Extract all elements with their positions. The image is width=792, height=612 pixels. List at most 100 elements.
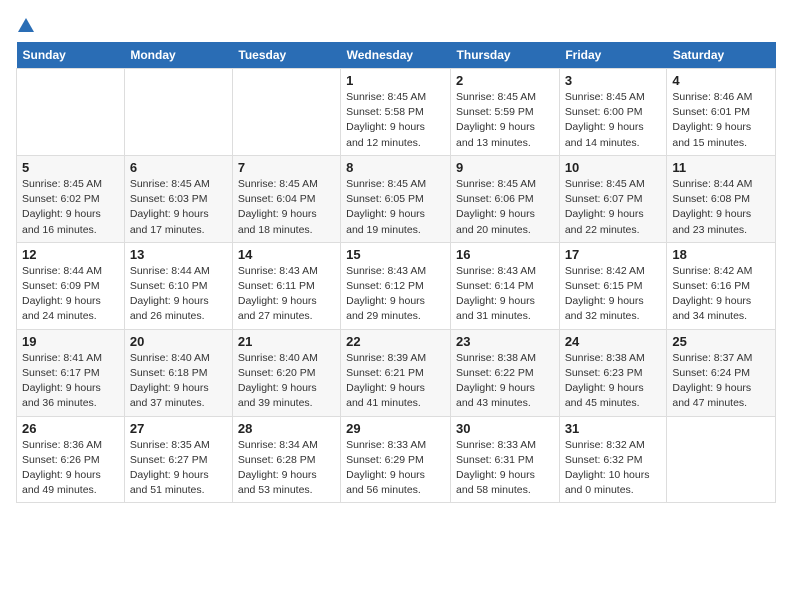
calendar-week-3: 12 Sunrise: 8:44 AMSunset: 6:09 PMDayligh… xyxy=(17,242,776,329)
calendar-cell: 14 Sunrise: 8:43 AMSunset: 6:11 PMDayligh… xyxy=(232,242,340,329)
calendar-cell: 6 Sunrise: 8:45 AMSunset: 6:03 PMDaylight… xyxy=(124,155,232,242)
day-info: Sunrise: 8:38 AMSunset: 6:23 PMDaylight:… xyxy=(565,351,662,412)
weekday-header-tuesday: Tuesday xyxy=(232,42,340,69)
day-number: 19 xyxy=(22,334,119,349)
calendar-cell: 12 Sunrise: 8:44 AMSunset: 6:09 PMDayligh… xyxy=(17,242,125,329)
calendar-cell: 22 Sunrise: 8:39 AMSunset: 6:21 PMDayligh… xyxy=(341,329,451,416)
day-number: 24 xyxy=(565,334,662,349)
calendar-cell xyxy=(124,69,232,156)
day-info: Sunrise: 8:35 AMSunset: 6:27 PMDaylight:… xyxy=(130,438,227,499)
day-number: 29 xyxy=(346,421,445,436)
calendar-cell: 17Sunrise: 8:42 AMSunset: 6:15 PMDayligh… xyxy=(559,242,667,329)
day-info: Sunrise: 8:34 AMSunset: 6:28 PMDaylight:… xyxy=(238,438,335,499)
day-number: 18 xyxy=(672,247,770,262)
day-number: 28 xyxy=(238,421,335,436)
logo xyxy=(16,16,36,30)
day-info: Sunrise: 8:45 AMSunset: 6:04 PMDaylight:… xyxy=(238,177,335,238)
calendar-cell xyxy=(232,69,340,156)
day-info: Sunrise: 8:38 AMSunset: 6:22 PMDaylight:… xyxy=(456,351,554,412)
calendar-cell: 3Sunrise: 8:45 AMSunset: 6:00 PMDaylight… xyxy=(559,69,667,156)
day-number: 8 xyxy=(346,160,445,175)
day-number: 23 xyxy=(456,334,554,349)
calendar-week-1: 1 Sunrise: 8:45 AMSunset: 5:58 PMDaylight… xyxy=(17,69,776,156)
calendar-cell: 27 Sunrise: 8:35 AMSunset: 6:27 PMDayligh… xyxy=(124,416,232,503)
calendar-week-4: 19 Sunrise: 8:41 AMSunset: 6:17 PMDayligh… xyxy=(17,329,776,416)
day-info: Sunrise: 8:33 AMSunset: 6:29 PMDaylight:… xyxy=(346,438,445,499)
day-info: Sunrise: 8:43 AMSunset: 6:14 PMDaylight:… xyxy=(456,264,554,325)
day-number: 30 xyxy=(456,421,554,436)
day-number: 17 xyxy=(565,247,662,262)
weekday-header-thursday: Thursday xyxy=(451,42,560,69)
day-number: 7 xyxy=(238,160,335,175)
day-info: Sunrise: 8:40 AMSunset: 6:18 PMDaylight:… xyxy=(130,351,227,412)
page-header xyxy=(16,16,776,30)
calendar-cell: 25Sunrise: 8:37 AMSunset: 6:24 PMDayligh… xyxy=(667,329,776,416)
day-number: 15 xyxy=(346,247,445,262)
weekday-header-row: SundayMondayTuesdayWednesdayThursdayFrid… xyxy=(17,42,776,69)
calendar-cell xyxy=(17,69,125,156)
day-number: 26 xyxy=(22,421,119,436)
day-number: 6 xyxy=(130,160,227,175)
day-info: Sunrise: 8:39 AMSunset: 6:21 PMDaylight:… xyxy=(346,351,445,412)
calendar-cell xyxy=(667,416,776,503)
day-info: Sunrise: 8:45 AMSunset: 6:02 PMDaylight:… xyxy=(22,177,119,238)
calendar-week-2: 5 Sunrise: 8:45 AMSunset: 6:02 PMDaylight… xyxy=(17,155,776,242)
day-info: Sunrise: 8:45 AMSunset: 6:06 PMDaylight:… xyxy=(456,177,554,238)
calendar-cell: 21 Sunrise: 8:40 AMSunset: 6:20 PMDayligh… xyxy=(232,329,340,416)
day-number: 9 xyxy=(456,160,554,175)
day-number: 14 xyxy=(238,247,335,262)
weekday-header-wednesday: Wednesday xyxy=(341,42,451,69)
day-info: Sunrise: 8:41 AMSunset: 6:17 PMDaylight:… xyxy=(22,351,119,412)
calendar-cell: 4 Sunrise: 8:46 AMSunset: 6:01 PMDaylight… xyxy=(667,69,776,156)
day-number: 5 xyxy=(22,160,119,175)
day-info: Sunrise: 8:44 AMSunset: 6:10 PMDaylight:… xyxy=(130,264,227,325)
day-number: 10 xyxy=(565,160,662,175)
calendar-cell: 19 Sunrise: 8:41 AMSunset: 6:17 PMDayligh… xyxy=(17,329,125,416)
day-number: 22 xyxy=(346,334,445,349)
calendar-cell: 13 Sunrise: 8:44 AMSunset: 6:10 PMDayligh… xyxy=(124,242,232,329)
day-info: Sunrise: 8:33 AMSunset: 6:31 PMDaylight:… xyxy=(456,438,554,499)
day-info: Sunrise: 8:46 AMSunset: 6:01 PMDaylight:… xyxy=(672,90,770,151)
day-info: Sunrise: 8:37 AMSunset: 6:24 PMDaylight:… xyxy=(672,351,770,412)
calendar-cell: 1 Sunrise: 8:45 AMSunset: 5:58 PMDaylight… xyxy=(341,69,451,156)
day-info: Sunrise: 8:45 AMSunset: 5:59 PMDaylight:… xyxy=(456,90,554,151)
day-number: 13 xyxy=(130,247,227,262)
day-info: Sunrise: 8:43 AMSunset: 6:11 PMDaylight:… xyxy=(238,264,335,325)
weekday-header-saturday: Saturday xyxy=(667,42,776,69)
calendar-cell: 26 Sunrise: 8:36 AMSunset: 6:26 PMDayligh… xyxy=(17,416,125,503)
day-info: Sunrise: 8:45 AMSunset: 5:58 PMDaylight:… xyxy=(346,90,445,151)
calendar-cell: 8 Sunrise: 8:45 AMSunset: 6:05 PMDaylight… xyxy=(341,155,451,242)
day-number: 1 xyxy=(346,73,445,88)
calendar-cell: 29 Sunrise: 8:33 AMSunset: 6:29 PMDayligh… xyxy=(341,416,451,503)
weekday-header-friday: Friday xyxy=(559,42,667,69)
day-info: Sunrise: 8:45 AMSunset: 6:00 PMDaylight:… xyxy=(565,90,662,151)
calendar-cell: 9 Sunrise: 8:45 AMSunset: 6:06 PMDaylight… xyxy=(451,155,560,242)
calendar-cell: 10 Sunrise: 8:45 AMSunset: 6:07 PMDayligh… xyxy=(559,155,667,242)
calendar-cell: 23 Sunrise: 8:38 AMSunset: 6:22 PMDayligh… xyxy=(451,329,560,416)
calendar-cell: 28 Sunrise: 8:34 AMSunset: 6:28 PMDayligh… xyxy=(232,416,340,503)
calendar-cell: 31 Sunrise: 8:32 AMSunset: 6:32 PMDayligh… xyxy=(559,416,667,503)
day-info: Sunrise: 8:43 AMSunset: 6:12 PMDaylight:… xyxy=(346,264,445,325)
day-number: 21 xyxy=(238,334,335,349)
day-info: Sunrise: 8:44 AMSunset: 6:09 PMDaylight:… xyxy=(22,264,119,325)
day-number: 4 xyxy=(672,73,770,88)
day-number: 27 xyxy=(130,421,227,436)
calendar-cell: 2 Sunrise: 8:45 AMSunset: 5:59 PMDaylight… xyxy=(451,69,560,156)
calendar-week-5: 26 Sunrise: 8:36 AMSunset: 6:26 PMDayligh… xyxy=(17,416,776,503)
calendar-cell: 20Sunrise: 8:40 AMSunset: 6:18 PMDayligh… xyxy=(124,329,232,416)
day-info: Sunrise: 8:40 AMSunset: 6:20 PMDaylight:… xyxy=(238,351,335,412)
day-number: 12 xyxy=(22,247,119,262)
day-info: Sunrise: 8:44 AMSunset: 6:08 PMDaylight:… xyxy=(672,177,770,238)
calendar-cell: 30 Sunrise: 8:33 AMSunset: 6:31 PMDayligh… xyxy=(451,416,560,503)
day-info: Sunrise: 8:32 AMSunset: 6:32 PMDaylight:… xyxy=(565,438,662,499)
day-info: Sunrise: 8:36 AMSunset: 6:26 PMDaylight:… xyxy=(22,438,119,499)
day-info: Sunrise: 8:45 AMSunset: 6:05 PMDaylight:… xyxy=(346,177,445,238)
calendar-cell: 18Sunrise: 8:42 AMSunset: 6:16 PMDayligh… xyxy=(667,242,776,329)
day-info: Sunrise: 8:45 AMSunset: 6:03 PMDaylight:… xyxy=(130,177,227,238)
day-info: Sunrise: 8:45 AMSunset: 6:07 PMDaylight:… xyxy=(565,177,662,238)
day-number: 31 xyxy=(565,421,662,436)
calendar-table: SundayMondayTuesdayWednesdayThursdayFrid… xyxy=(16,42,776,503)
weekday-header-sunday: Sunday xyxy=(17,42,125,69)
day-number: 2 xyxy=(456,73,554,88)
calendar-cell: 24 Sunrise: 8:38 AMSunset: 6:23 PMDayligh… xyxy=(559,329,667,416)
